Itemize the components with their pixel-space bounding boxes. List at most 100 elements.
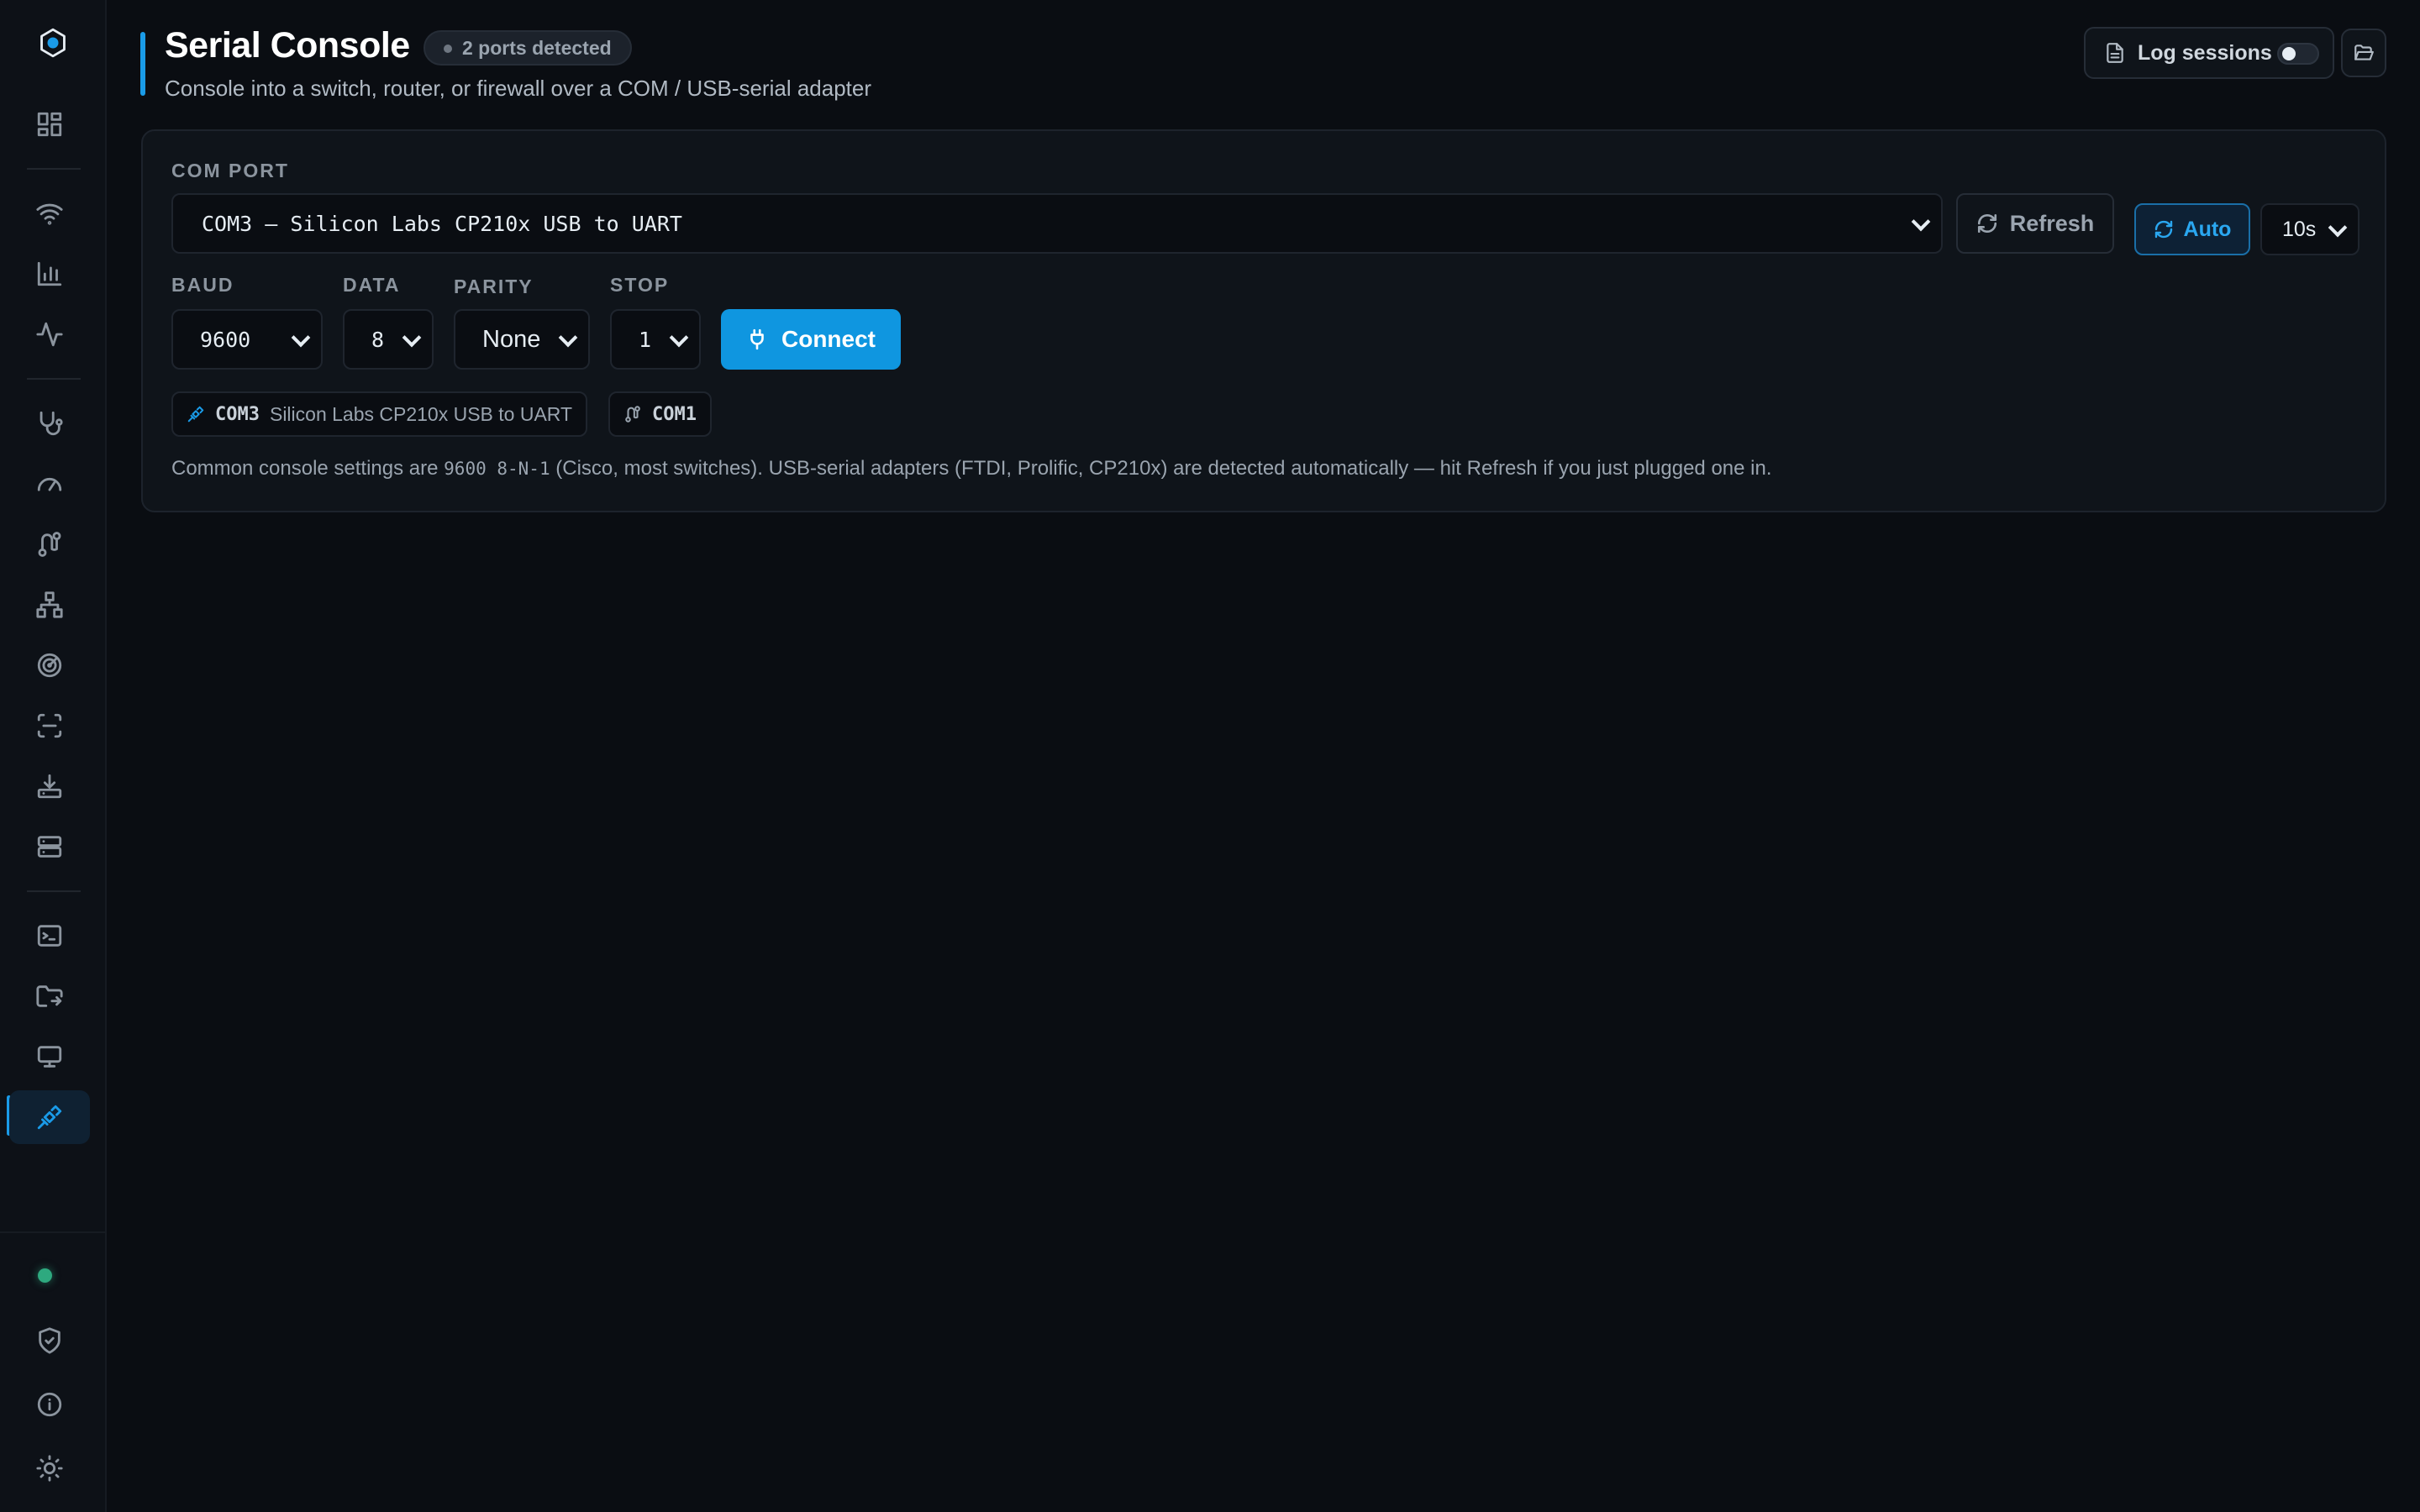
folder-open-icon xyxy=(2354,45,2374,60)
wifi-icon xyxy=(36,203,63,225)
sidebar-item-diagnostics[interactable] xyxy=(9,396,90,450)
server-icon xyxy=(37,836,62,858)
sidebar-item-serial-console[interactable] xyxy=(9,1090,90,1144)
baud-value: 9600 xyxy=(200,327,251,352)
refresh-icon xyxy=(1977,213,1996,234)
page-subtitle: Console into a switch, router, or firewa… xyxy=(165,76,872,101)
file-text-icon xyxy=(2107,43,2123,63)
sidebar-item-download[interactable] xyxy=(9,759,90,813)
stop-bits-label: STOP xyxy=(610,274,670,296)
serial-cable-icon xyxy=(37,1105,62,1130)
baud-select[interactable]: 9600 xyxy=(171,309,323,370)
app-logo-icon[interactable] xyxy=(32,27,74,59)
hint-suffix: (Cisco, most switches). USB-serial adapt… xyxy=(550,457,1772,480)
sidebar-item-route[interactable] xyxy=(9,517,90,571)
sidebar-divider xyxy=(27,168,81,170)
com-port-value: COM3 — Silicon Labs CP210x USB to UART xyxy=(202,211,682,236)
sidebar-divider xyxy=(27,378,81,380)
sidebar-item-file-transfer[interactable] xyxy=(9,969,90,1023)
log-sessions-label: Log sessions xyxy=(2138,40,2272,65)
cable-icon xyxy=(625,406,640,423)
app-root: Serial Console 2 ports detected Console … xyxy=(0,0,2420,1512)
stethoscope-icon xyxy=(39,411,63,436)
log-sessions-switch[interactable] xyxy=(2277,43,2319,65)
monitor-icon xyxy=(37,1046,62,1068)
auto-refresh-button[interactable]: Auto xyxy=(2134,203,2250,255)
bar-chart-icon xyxy=(37,261,62,286)
connection-status-dot xyxy=(38,1268,52,1283)
network-icon xyxy=(36,591,63,618)
plug-icon xyxy=(750,328,764,350)
radar-icon xyxy=(37,653,62,678)
sidebar-item-activity[interactable] xyxy=(9,307,90,361)
auto-refresh-icon xyxy=(2154,220,2172,239)
hint-code: 9600 8-N-1 xyxy=(444,459,550,479)
shield-check-icon xyxy=(39,1327,60,1354)
sidebar-item-topology[interactable] xyxy=(9,578,90,632)
detected-port-name: COM3 xyxy=(215,403,260,425)
connection-card: COM PORT COM3 — Silicon Labs CP210x USB … xyxy=(141,129,2386,512)
auto-interval-value: 10s xyxy=(2282,217,2317,241)
page-title: Serial Console xyxy=(165,25,410,66)
settings-hint: Common console settings are 9600 8-N-1 (… xyxy=(171,457,1772,480)
sidebar-item-about[interactable] xyxy=(9,1378,90,1431)
com-port-select[interactable]: COM3 — Silicon Labs CP210x USB to UART xyxy=(171,193,1943,254)
dashboard-icon xyxy=(37,112,62,137)
parity-select[interactable]: None xyxy=(454,309,590,370)
refresh-ports-button[interactable]: Refresh xyxy=(1956,193,2114,254)
baud-label: BAUD xyxy=(171,274,234,296)
detected-port-chip-com1[interactable]: COM1 xyxy=(608,391,712,437)
chevron-down-icon xyxy=(291,328,311,348)
refresh-label: Refresh xyxy=(2009,210,2095,236)
detected-port-name: COM1 xyxy=(652,403,697,425)
scan-icon xyxy=(37,713,62,738)
open-logs-folder-button[interactable] xyxy=(2341,29,2386,77)
log-sessions-toggle-button[interactable]: Log sessions xyxy=(2084,27,2334,79)
chevron-down-icon xyxy=(2328,218,2348,238)
gauge-icon xyxy=(37,477,62,491)
chevron-down-icon xyxy=(558,328,578,348)
auto-label: Auto xyxy=(2183,217,2232,241)
route-icon xyxy=(38,532,61,557)
chevron-down-icon xyxy=(1911,212,1931,232)
chevron-down-icon xyxy=(669,328,689,348)
sidebar-item-wifi[interactable] xyxy=(9,186,90,240)
info-icon xyxy=(37,1392,62,1417)
sun-icon xyxy=(36,1455,63,1482)
detected-port-description: Silicon Labs CP210x USB to UART xyxy=(269,402,573,425)
sidebar-divider xyxy=(27,890,81,892)
connect-label: Connect xyxy=(781,326,876,352)
sidebar-footer-divider xyxy=(0,1231,107,1233)
sidebar-item-scan[interactable] xyxy=(9,699,90,753)
detected-port-chip-com3[interactable]: COM3 Silicon Labs CP210x USB to UART xyxy=(171,391,588,437)
stop-bits-value: 1 xyxy=(639,327,652,352)
activity-icon xyxy=(36,322,63,347)
sidebar xyxy=(0,0,107,1512)
download-icon xyxy=(37,774,62,799)
chevron-down-icon xyxy=(402,328,422,348)
title-accent-bar xyxy=(140,32,145,96)
auto-refresh-interval-select[interactable]: 10s xyxy=(2260,203,2360,255)
sidebar-item-security[interactable] xyxy=(9,1314,90,1368)
ports-detected-badge: 2 ports detected xyxy=(424,30,632,66)
hint-prefix: Common console settings are xyxy=(171,457,445,480)
sidebar-item-radar[interactable] xyxy=(9,638,90,692)
terminal-icon xyxy=(37,925,62,947)
com-port-label: COM PORT xyxy=(171,160,289,181)
sidebar-item-servers[interactable] xyxy=(9,820,90,874)
data-bits-select[interactable]: 8 xyxy=(343,309,434,370)
data-bits-label: DATA xyxy=(343,274,401,296)
data-bits-value: 8 xyxy=(371,327,385,352)
sidebar-item-dashboard[interactable] xyxy=(9,97,90,151)
sidebar-item-terminal[interactable] xyxy=(9,909,90,963)
serial-cable-icon xyxy=(187,406,204,423)
stop-bits-select[interactable]: 1 xyxy=(610,309,701,370)
sidebar-item-speed[interactable] xyxy=(9,457,90,511)
sidebar-item-theme[interactable] xyxy=(9,1441,90,1495)
parity-value: None xyxy=(482,325,541,353)
sidebar-item-statistics[interactable] xyxy=(9,247,90,301)
parity-label: PARITY xyxy=(454,276,534,297)
connect-button[interactable]: Connect xyxy=(721,309,901,370)
folder-sync-icon xyxy=(36,985,63,1007)
sidebar-item-remote-desktop[interactable] xyxy=(9,1030,90,1084)
